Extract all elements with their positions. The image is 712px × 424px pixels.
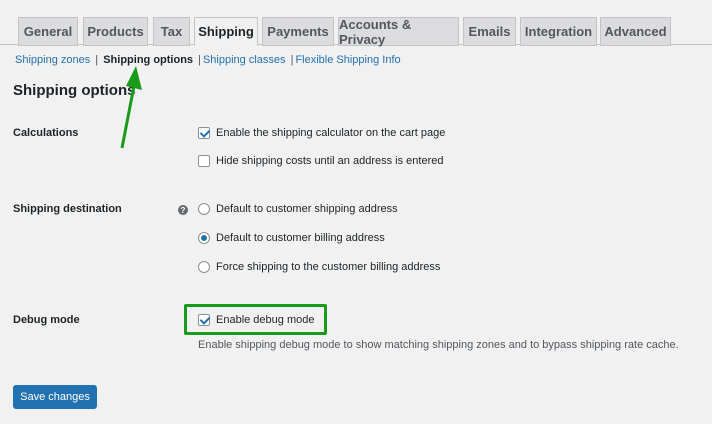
- help-icon[interactable]: ?: [178, 205, 188, 215]
- destination-label-billing: Default to customer billing address: [216, 232, 385, 244]
- save-changes-button[interactable]: Save changes: [13, 385, 97, 409]
- destination-label-shipping: Default to customer shipping address: [216, 203, 398, 215]
- destination-option-billing[interactable]: Default to customer billing address: [198, 232, 385, 244]
- debug-description: Enable shipping debug mode to show match…: [198, 339, 679, 351]
- enable-calculator-label: Enable the shipping calculator on the ca…: [216, 127, 446, 139]
- destination-radio-force-billing[interactable]: [198, 261, 210, 273]
- enable-calculator-option[interactable]: Enable the shipping calculator on the ca…: [198, 127, 445, 139]
- enable-debug-label: Enable debug mode: [216, 314, 315, 326]
- destination-option-shipping[interactable]: Default to customer shipping address: [198, 203, 398, 215]
- destination-radio-billing[interactable]: [198, 232, 210, 244]
- hide-costs-option[interactable]: Hide shipping costs until an address is …: [198, 155, 443, 167]
- hide-costs-checkbox[interactable]: [198, 155, 210, 167]
- enable-debug-option[interactable]: Enable debug mode: [198, 314, 314, 326]
- calculations-label: Calculations: [13, 127, 79, 139]
- shipping-destination-label: Shipping destination: [13, 203, 122, 215]
- debug-mode-label: Debug mode: [13, 314, 80, 326]
- enable-calculator-checkbox[interactable]: [198, 127, 210, 139]
- hide-costs-label: Hide shipping costs until an address is …: [216, 155, 444, 167]
- destination-radio-shipping[interactable]: [198, 203, 210, 215]
- destination-option-force-billing[interactable]: Force shipping to the customer billing a…: [198, 261, 440, 273]
- destination-label-force-billing: Force shipping to the customer billing a…: [216, 261, 441, 273]
- enable-debug-checkbox[interactable]: [198, 314, 210, 326]
